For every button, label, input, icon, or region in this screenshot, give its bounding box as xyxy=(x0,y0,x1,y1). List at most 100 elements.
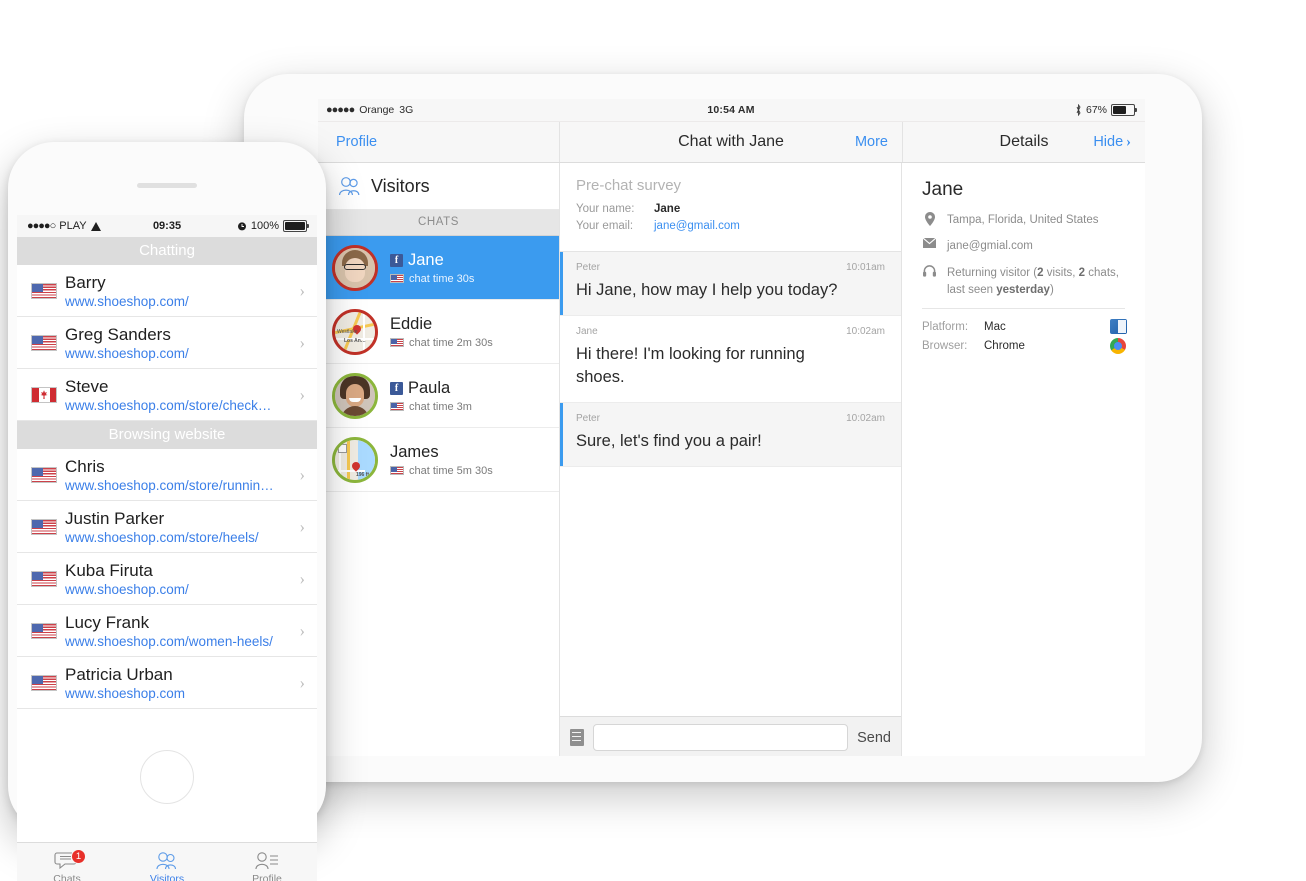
history-prefix: Returning visitor ( xyxy=(947,266,1038,279)
flag-container xyxy=(31,518,61,535)
section-header-chatting: Chatting xyxy=(17,237,317,265)
flag-us-icon xyxy=(31,334,57,351)
phone-carrier: PLAY xyxy=(59,220,87,232)
visitors-icon xyxy=(156,852,177,870)
chat-list-item-james[interactable]: 196 ft James chat time 5m 30s xyxy=(318,428,559,492)
chat-item-name-row: f Jane xyxy=(390,251,474,270)
chevron-right-icon: › xyxy=(299,516,305,536)
map-thumbnail: 196 ft xyxy=(335,439,375,480)
visitor-row[interactable]: Steve www.shoeshop.com/store/check… › xyxy=(17,369,317,421)
pre-chat-survey: Pre-chat survey Your name: Jane Your ema… xyxy=(560,163,901,252)
envelope-icon xyxy=(922,238,937,255)
visitor-name: Patricia Urban xyxy=(65,664,173,684)
message-header: Peter 10:02am xyxy=(576,413,885,424)
visitor-row[interactable]: Chris www.shoeshop.com/store/runnin… › xyxy=(17,449,317,501)
visitor-info: Steve www.shoeshop.com/store/check… xyxy=(65,377,299,413)
chat-item-name: Eddie xyxy=(390,314,433,333)
battery-icon xyxy=(283,220,310,232)
visitor-name: Justin Parker xyxy=(65,508,165,528)
flag-us-icon xyxy=(390,402,404,411)
flag-us-icon xyxy=(31,282,57,299)
visitor-url: www.shoeshop.com/store/runnin… xyxy=(65,477,274,493)
canned-response-icon[interactable] xyxy=(570,729,584,746)
chat-list-item-eddie[interactable]: Los An… Westlake Eddie chat time 2m 30s xyxy=(318,300,559,364)
battery-icon xyxy=(1111,104,1137,116)
nav-right-column: Details Hide › xyxy=(903,122,1145,162)
phone-status-right: 100% xyxy=(181,220,310,232)
flag-container xyxy=(31,622,61,639)
flag-us-icon xyxy=(390,466,404,475)
pre-chat-email-row: Your email: jane@gmail.com xyxy=(576,220,885,232)
chat-item-meta: James chat time 5m 30s xyxy=(390,443,493,477)
visitor-url: www.shoeshop.com/store/heels/ xyxy=(65,529,259,545)
visitor-url: www.shoeshop.com/women-heels/ xyxy=(65,633,273,649)
chats-badge: 1 xyxy=(71,849,86,864)
flag-container xyxy=(31,674,61,691)
visitor-name: Barry xyxy=(65,272,106,292)
visitors-header[interactable]: Visitors xyxy=(318,163,559,210)
visitor-name: Kuba Firuta xyxy=(65,560,153,580)
tech-icons xyxy=(1110,319,1127,354)
platform-row: Platform: Mac xyxy=(922,321,1125,333)
flag-container xyxy=(31,466,61,483)
section-header-browsing: Browsing website xyxy=(17,421,317,449)
hide-details-button[interactable]: Hide › xyxy=(1093,134,1131,151)
chevron-right-icon: › xyxy=(1126,133,1131,150)
chrome-icon xyxy=(1110,338,1126,354)
more-link[interactable]: More xyxy=(855,134,888,150)
visitor-url: www.shoeshop.com/store/check… xyxy=(65,397,272,413)
chat-list-item-paula[interactable]: f Paula chat time 3m xyxy=(318,364,559,428)
details-tech-section: Platform: Mac Browser: Chrome xyxy=(902,309,1145,354)
visitor-info: Kuba Firuta www.shoeshop.com/ xyxy=(65,561,299,597)
alarm-icon xyxy=(237,222,246,231)
browser-label: Browser: xyxy=(922,340,968,352)
visitor-row[interactable]: Justin Parker www.shoeshop.com/store/hee… xyxy=(17,501,317,553)
flag-us-icon xyxy=(31,674,57,691)
tab-chats[interactable]: 1 Chats xyxy=(17,843,117,881)
tab-label: Profile xyxy=(252,873,282,881)
visitor-name: Greg Sanders xyxy=(65,324,171,344)
visitor-history-text: Returning visitor (2 visits, 2 chats, las… xyxy=(947,265,1119,300)
chevron-right-icon: › xyxy=(299,672,305,692)
flag-container xyxy=(31,570,61,587)
visitor-url: www.shoeshop.com/ xyxy=(65,581,189,597)
visitor-row[interactable]: Kuba Firuta www.shoeshop.com/ › xyxy=(17,553,317,605)
flag-ca-icon xyxy=(31,386,57,403)
chat-list-item-jane[interactable]: f Jane chat time 30s xyxy=(318,236,559,300)
visitor-row[interactable]: Patricia Urban www.shoeshop.com › xyxy=(17,657,317,709)
home-button[interactable] xyxy=(140,750,194,804)
map-thumbnail: Los An… Westlake xyxy=(335,311,375,352)
send-button[interactable]: Send xyxy=(857,730,891,746)
status-left: ●●●●● Orange 3G xyxy=(318,104,560,116)
tab-profile[interactable]: Profile xyxy=(217,843,317,881)
flag-container xyxy=(31,386,61,403)
pre-chat-email-label: Your email: xyxy=(576,220,634,232)
visits-word: visits, xyxy=(1043,266,1079,279)
chat-item-meta: f Jane chat time 30s xyxy=(390,251,474,285)
platform-value: Mac xyxy=(984,321,1006,333)
message-time: 10:02am xyxy=(846,412,885,424)
flag-us-icon xyxy=(390,338,404,347)
visitor-row[interactable]: Greg Sanders www.shoeshop.com/ › xyxy=(17,317,317,369)
pre-chat-email-value[interactable]: jane@gmail.com xyxy=(638,220,740,232)
details-column: Jane Tampa, Florida, United States jane@… xyxy=(902,163,1145,756)
wifi-icon xyxy=(90,221,102,231)
avatar xyxy=(332,244,378,291)
visitor-row[interactable]: Barry www.shoeshop.com/ › xyxy=(17,265,317,317)
signal-dots-icon: ●●●●○ xyxy=(27,220,56,232)
tab-label: Chats xyxy=(53,873,81,881)
visitor-name: Lucy Frank xyxy=(65,612,150,632)
chat-item-name: Jane xyxy=(408,250,444,269)
tablet-screen: ●●●●● Orange 3G 10:54 AM 67% Profile Cha… xyxy=(318,99,1145,756)
chat-item-name: James xyxy=(390,442,439,461)
chat-item-time-row: chat time 3m xyxy=(390,401,472,413)
message-input[interactable] xyxy=(593,724,849,751)
tab-visitors[interactable]: Visitors xyxy=(117,843,217,881)
profile-link[interactable]: Profile xyxy=(336,134,377,150)
visitor-url: www.shoeshop.com/ xyxy=(65,293,189,309)
pre-chat-title: Pre-chat survey xyxy=(576,177,682,194)
visitor-name: Jane xyxy=(922,179,964,200)
conversation-column: Pre-chat survey Your name: Jane Your ema… xyxy=(560,163,902,756)
visitor-row[interactable]: Lucy Frank www.shoeshop.com/women-heels/… xyxy=(17,605,317,657)
visitor-location-row: Tampa, Florida, United States xyxy=(922,212,1125,229)
